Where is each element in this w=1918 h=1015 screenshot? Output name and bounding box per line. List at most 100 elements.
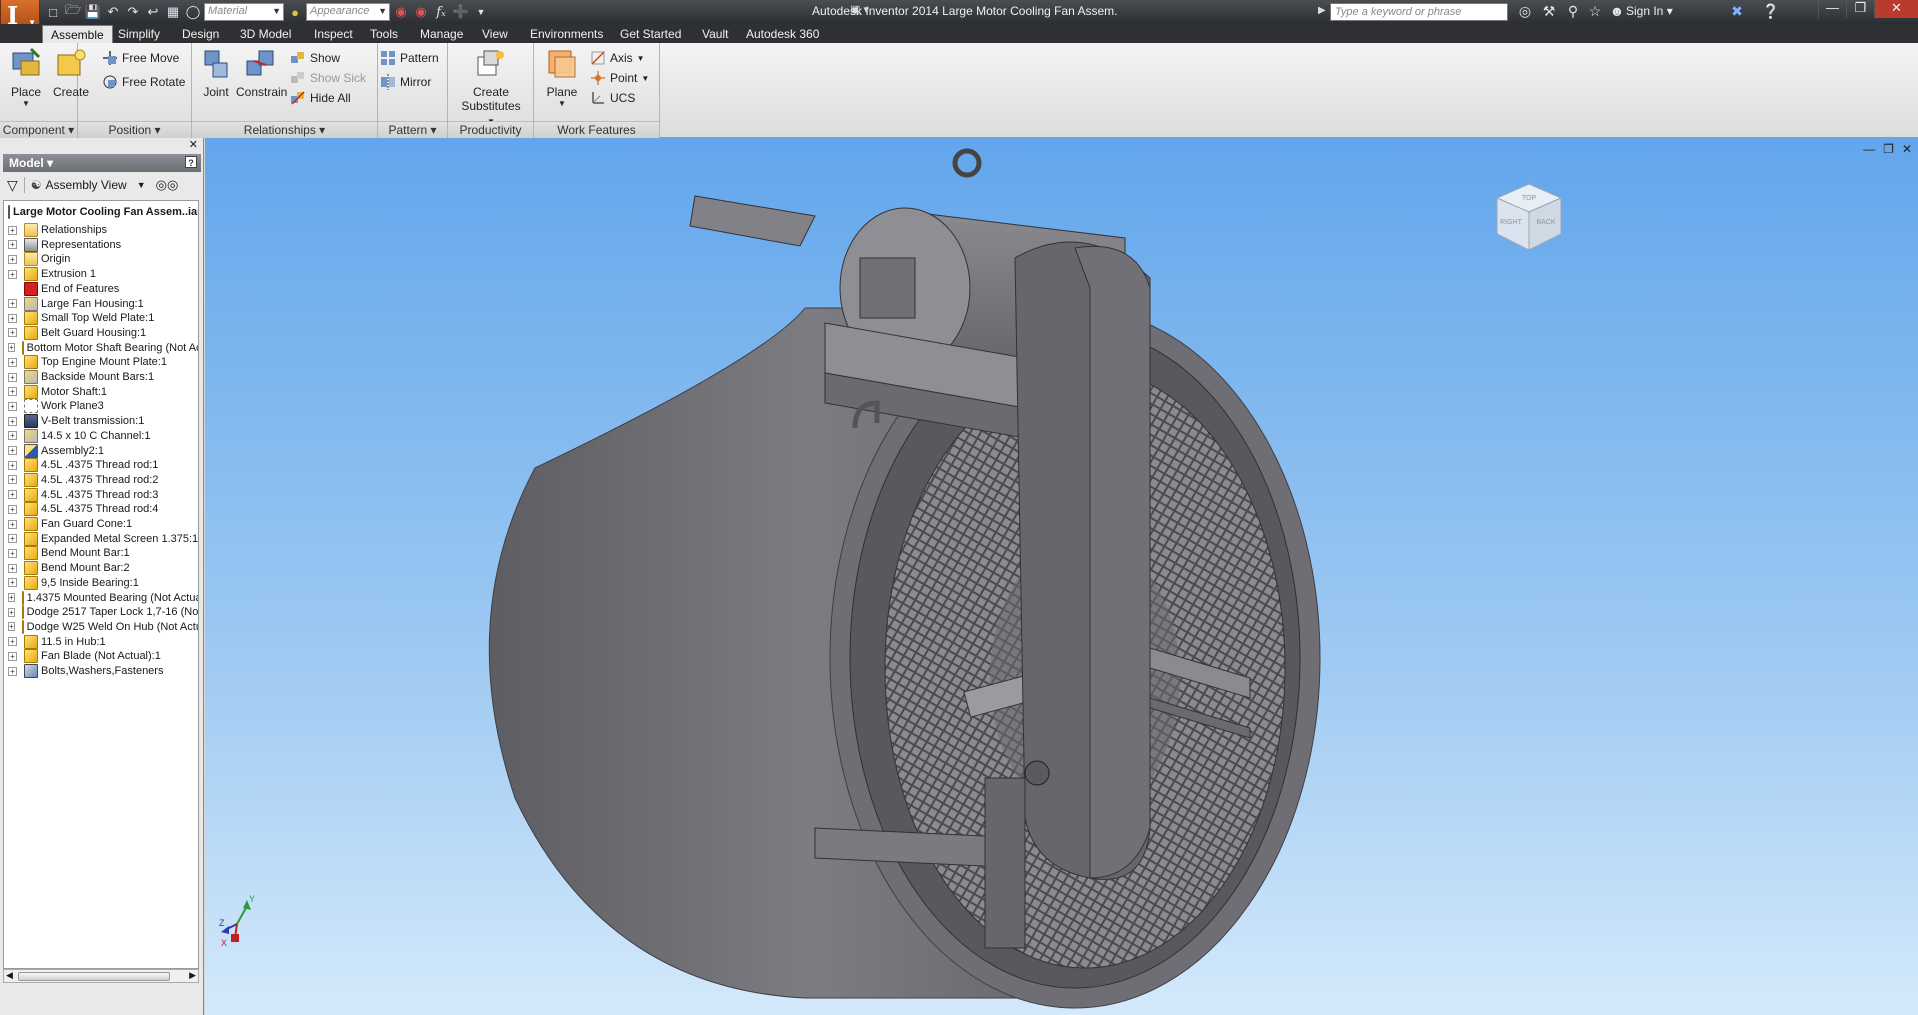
expand-toggle-icon[interactable]: +: [8, 578, 17, 588]
scroll-left-icon[interactable]: ◀: [6, 970, 13, 981]
qat-customize-icon[interactable]: ▼: [472, 3, 490, 21]
save-icon[interactable]: 💾: [84, 3, 102, 21]
ribbon-minimize-toggle[interactable]: ▣ ▾: [850, 3, 869, 16]
adjust-appearance-icon[interactable]: ◉: [392, 3, 410, 21]
expand-toggle-icon[interactable]: +: [8, 548, 17, 558]
constrain-button[interactable]: Constrain: [236, 47, 287, 99]
assembly-view-dropdown[interactable]: ☯ Assembly View ▼: [31, 178, 146, 192]
expand-toggle-icon[interactable]: +: [8, 372, 17, 382]
fan-assembly-model[interactable]: [205, 138, 1918, 1015]
panel-label-component[interactable]: Component ▾: [0, 121, 77, 138]
expand-toggle-icon[interactable]: +: [8, 269, 17, 279]
expand-toggle-icon[interactable]: +: [8, 328, 17, 338]
expand-toggle-icon[interactable]: +: [8, 240, 17, 250]
expand-toggle-icon[interactable]: +: [8, 446, 17, 455]
appearance-select[interactable]: Appearance ▼: [306, 3, 390, 21]
place-button[interactable]: Place ▼: [4, 47, 48, 108]
plane-button[interactable]: Plane ▼: [540, 47, 584, 108]
free-move-button[interactable]: Free Move: [102, 49, 179, 67]
free-rotate-button[interactable]: Free Rotate: [102, 73, 185, 91]
browser-horizontal-scrollbar[interactable]: ◀ ▶: [3, 969, 199, 983]
subscription-icon[interactable]: ⚒: [1540, 3, 1558, 21]
expand-toggle-icon[interactable]: +: [8, 651, 17, 661]
filter-icon[interactable]: ▽: [7, 177, 18, 194]
tab-simplify[interactable]: Simplify: [110, 25, 168, 43]
tab-environments[interactable]: Environments: [522, 25, 611, 43]
tab-view[interactable]: View: [474, 25, 516, 43]
ucs-button[interactable]: UCS: [590, 89, 635, 107]
tree-node[interactable]: + Bolts,Washers,Fasteners: [4, 662, 198, 680]
expand-toggle-icon[interactable]: +: [8, 313, 17, 323]
expand-toggle-icon[interactable]: +: [8, 666, 17, 676]
mirror-button[interactable]: Mirror: [380, 73, 431, 91]
material-select[interactable]: Material ▼: [204, 3, 284, 21]
point-button[interactable]: Point ▼: [590, 69, 649, 87]
tab-manage[interactable]: Manage: [412, 25, 471, 43]
tab-get-started[interactable]: Get Started: [612, 25, 689, 43]
close-window-button[interactable]: ✕: [1874, 0, 1918, 18]
tab-3d-model[interactable]: 3D Model: [232, 25, 299, 43]
select-mode-icon[interactable]: ▦: [164, 3, 182, 21]
joint-button[interactable]: Joint: [194, 47, 238, 99]
expand-toggle-icon[interactable]: +: [8, 254, 17, 264]
show-button[interactable]: Show: [290, 49, 340, 67]
find-binoculars-icon[interactable]: ◎◎: [156, 177, 179, 193]
expand-toggle-icon[interactable]: +: [8, 637, 17, 647]
appearance-ball-icon[interactable]: ●: [286, 3, 304, 21]
clear-appearance-icon[interactable]: ◉: [412, 3, 430, 21]
binoculars-icon[interactable]: ◎: [1516, 3, 1534, 21]
tab-design[interactable]: Design: [174, 25, 227, 43]
expand-toggle-icon[interactable]: +: [8, 490, 17, 500]
create-substitutes-button[interactable]: Create Substitutes ▼: [456, 47, 526, 127]
expand-toggle-icon[interactable]: +: [8, 343, 15, 353]
expand-toggle-icon[interactable]: +: [8, 431, 17, 441]
expand-toggle-icon[interactable]: +: [8, 563, 17, 573]
tab-vault[interactable]: Vault: [694, 25, 736, 43]
open-file-icon[interactable]: 🗁: [64, 2, 82, 21]
close-browser-icon[interactable]: ✕: [189, 138, 198, 151]
panel-label-pattern[interactable]: Pattern ▾: [378, 121, 447, 138]
scroll-right-icon[interactable]: ▶: [189, 970, 196, 981]
expand-toggle-icon[interactable]: +: [8, 475, 17, 485]
panel-label-relationships[interactable]: Relationships ▾: [192, 121, 377, 138]
expand-toggle-icon[interactable]: +: [8, 357, 17, 367]
restore-window-button[interactable]: ❐: [1846, 0, 1874, 18]
hide-all-button[interactable]: Hide All: [290, 89, 351, 107]
browser-help-icon[interactable]: ?: [185, 156, 197, 168]
panel-label-position[interactable]: Position ▾: [78, 121, 191, 138]
undo-icon[interactable]: ↶: [104, 3, 122, 21]
scrollbar-thumb[interactable]: [18, 972, 170, 981]
return-icon[interactable]: ↩: [144, 3, 162, 21]
expand-toggle-icon[interactable]: +: [8, 534, 17, 544]
favorites-star-icon[interactable]: ☆: [1586, 3, 1604, 21]
browser-header[interactable]: Model ▾ ?: [3, 154, 201, 172]
parameters-fx-icon[interactable]: fₓ: [432, 3, 450, 21]
expand-toggle-icon[interactable]: +: [8, 607, 15, 617]
expand-toggle-icon[interactable]: +: [8, 622, 15, 632]
expand-toggle-icon[interactable]: +: [8, 519, 17, 529]
expand-toggle-icon[interactable]: +: [8, 299, 17, 308]
expand-toggle-icon[interactable]: +: [8, 416, 17, 426]
minimize-window-button[interactable]: —: [1818, 0, 1846, 18]
expand-toggle-icon[interactable]: +: [8, 225, 17, 235]
update-icon[interactable]: ◯: [184, 3, 202, 21]
pattern-button[interactable]: Pattern: [380, 49, 439, 67]
tab-inspect[interactable]: Inspect: [306, 25, 361, 43]
communication-icon[interactable]: ⚲: [1564, 3, 1582, 21]
show-sick-button[interactable]: Show Sick: [290, 69, 366, 87]
help-search-input[interactable]: Type a keyword or phrase: [1330, 3, 1508, 21]
tab-autodesk-360[interactable]: Autodesk 360: [738, 25, 827, 43]
search-expand-icon[interactable]: ▶: [1318, 5, 1326, 16]
expand-toggle-icon[interactable]: +: [8, 460, 17, 470]
tree-root-assembly[interactable]: Large Motor Cooling Fan Assem..iam: [4, 203, 198, 221]
help-icon[interactable]: ❔: [1762, 3, 1780, 21]
tab-tools[interactable]: Tools: [362, 25, 406, 43]
redo-icon[interactable]: ↷: [124, 3, 142, 21]
exchange-apps-icon[interactable]: ✖: [1728, 3, 1746, 21]
tab-assemble[interactable]: Assemble: [42, 25, 113, 43]
add-qat-icon[interactable]: ➕: [452, 3, 470, 21]
expand-toggle-icon[interactable]: +: [8, 504, 17, 514]
graphics-viewport[interactable]: — ❐ ✕ TOP RIGHT BACK Y Z X: [205, 138, 1918, 1015]
new-file-icon[interactable]: □: [44, 3, 62, 21]
axis-button[interactable]: Axis ▼: [590, 49, 645, 67]
